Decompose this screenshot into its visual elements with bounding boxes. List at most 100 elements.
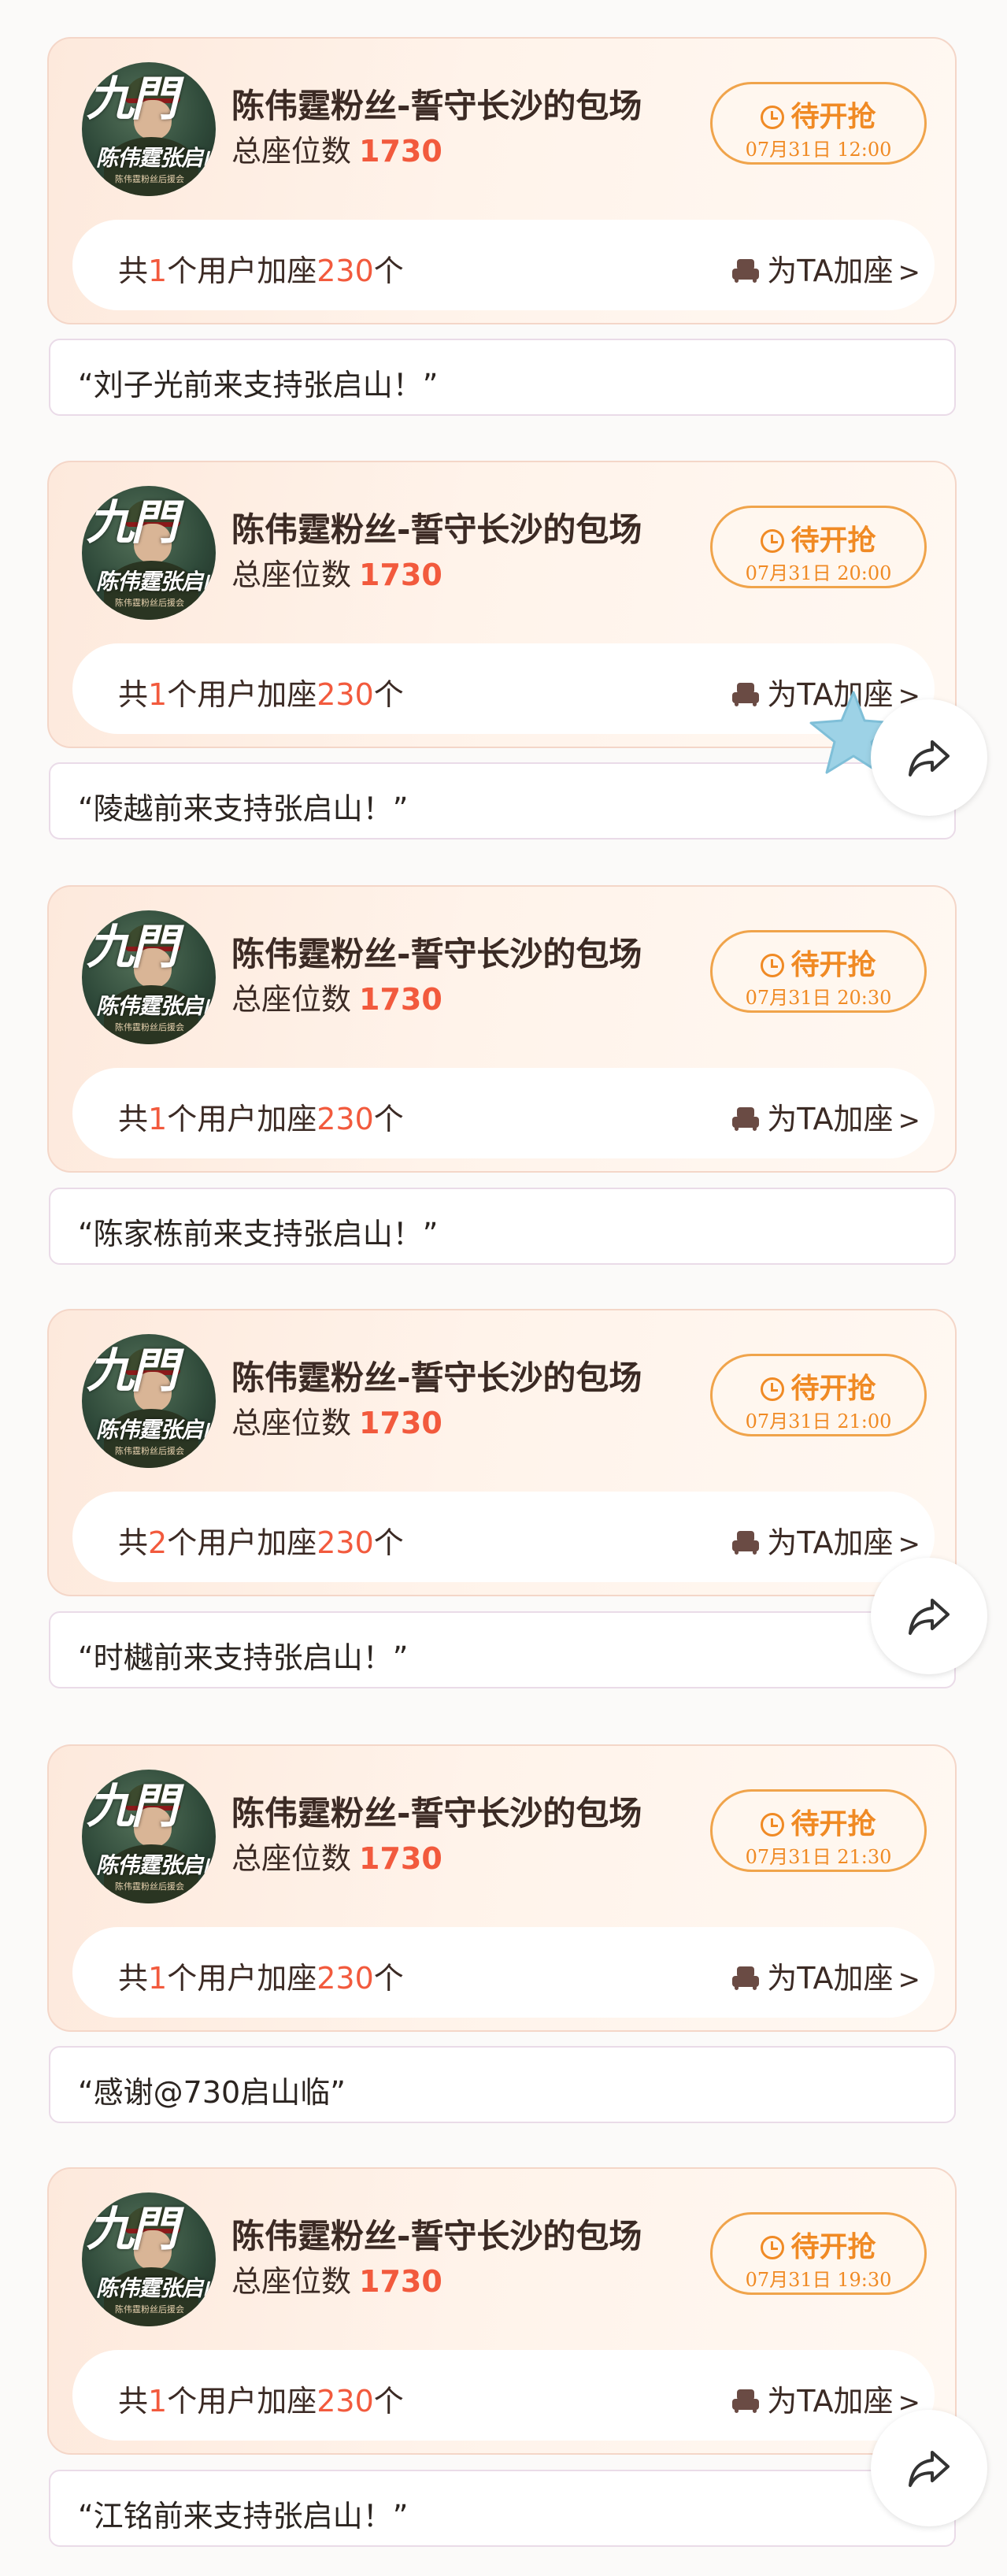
event-avatar[interactable]: 九門 陈伟霆张启山 陈伟霆粉丝后援会 (82, 62, 216, 196)
user-count: 1 (148, 254, 168, 288)
support-message: “江铭前来支持张启山！” (49, 2470, 956, 2547)
status-button[interactable]: 待开抢 07月31日 20:00 (710, 506, 927, 588)
add-seat-button[interactable]: 为TA加座 > (732, 1954, 920, 1997)
avatar-script: 九門 (87, 1779, 178, 1834)
share-button[interactable] (871, 699, 987, 816)
status-label: 待开抢 (790, 524, 876, 557)
status-label: 待开抢 (790, 949, 876, 981)
user-count: 1 (148, 677, 168, 712)
add-seat-count: 230 (317, 1525, 374, 1560)
user-count-text: 共2个用户加座230个 (118, 1518, 404, 1562)
event-avatar[interactable]: 九門 陈伟霆张启山 陈伟霆粉丝后援会 (82, 1334, 216, 1468)
screening-card[interactable]: 九門 陈伟霆张启山 陈伟霆粉丝后援会 陈伟霆粉丝-誓守长沙的包场 总座位数 173… (47, 885, 957, 1173)
status-label-wrap: 待开抢 (713, 517, 924, 558)
avatar-script: 九門 (87, 495, 178, 550)
add-seat-count: 230 (317, 254, 374, 288)
event-avatar[interactable]: 九門 陈伟霆张启山 陈伟霆粉丝后援会 (82, 910, 216, 1044)
add-seat-row[interactable]: 共2个用户加座230个 为TA加座 > (72, 1492, 935, 1582)
screening-card[interactable]: 九門 陈伟霆张启山 陈伟霆粉丝后援会 陈伟霆粉丝-誓守长沙的包场 总座位数 173… (47, 37, 957, 324)
row-prefix: 共 (118, 1102, 149, 1136)
sofa-icon (732, 683, 760, 706)
user-count-text: 共1个用户加座230个 (118, 246, 404, 290)
status-button[interactable]: 待开抢 07月31日 12:00 (710, 82, 927, 165)
event-avatar[interactable]: 九門 陈伟霆张启山 陈伟霆粉丝后援会 (82, 486, 216, 620)
avatar-sub: 陈伟霆粉丝后援会 (115, 1022, 184, 1032)
add-seat-count: 230 (317, 2384, 374, 2418)
clock-icon (761, 954, 785, 977)
row-unit: 个 (373, 2384, 404, 2418)
status-button[interactable]: 待开抢 07月31日 19:30 (710, 2212, 927, 2295)
status-label-wrap: 待开抢 (713, 2224, 924, 2265)
avatar-name: 陈伟霆张启山 (96, 569, 216, 595)
event-title: 陈伟霆粉丝-誓守长沙的包场 (231, 510, 642, 549)
seat-total: 总座位数 1730 (231, 550, 442, 594)
event-title: 陈伟霆粉丝-誓守长沙的包场 (231, 935, 642, 973)
add-seat-count: 230 (317, 677, 374, 712)
user-count: 1 (148, 2384, 168, 2418)
support-message: “刘子光前来支持张启山！” (49, 339, 956, 416)
chevron-right-icon: > (898, 1964, 921, 1996)
status-label-wrap: 待开抢 (713, 94, 924, 135)
avatar-name: 陈伟霆张启山 (96, 993, 216, 1019)
add-seat-button[interactable]: 为TA加座 > (732, 246, 920, 290)
support-message: “感谢@730启山临” (49, 2046, 956, 2123)
row-middle: 个用户加座 (167, 677, 317, 712)
row-unit: 个 (373, 1102, 404, 1136)
row-unit: 个 (373, 677, 404, 712)
avatar-sub: 陈伟霆粉丝后援会 (115, 1881, 184, 1892)
screening-card[interactable]: 九門 陈伟霆张启山 陈伟霆粉丝后援会 陈伟霆粉丝-誓守长沙的包场 总座位数 173… (47, 1309, 957, 1596)
row-middle: 个用户加座 (167, 1525, 317, 1560)
row-prefix: 共 (118, 1961, 149, 1996)
event-avatar[interactable]: 九門 陈伟霆张启山 陈伟霆粉丝后援会 (82, 1770, 216, 1903)
seat-total-label: 总座位数 (231, 2264, 352, 2299)
add-seat-button[interactable]: 为TA加座 > (732, 2377, 920, 2420)
status-label: 待开抢 (790, 1373, 876, 1405)
sofa-icon (732, 2389, 760, 2413)
fan-seat-feed: 九門 陈伟霆张启山 陈伟霆粉丝后援会 陈伟霆粉丝-誓守长沙的包场 总座位数 173… (0, 0, 1007, 2576)
row-middle: 个用户加座 (167, 254, 317, 288)
seat-total-label: 总座位数 (231, 1406, 352, 1440)
row-unit: 个 (373, 254, 404, 288)
seat-total: 总座位数 1730 (231, 1399, 442, 1442)
avatar-name: 陈伟霆张启山 (96, 1417, 216, 1443)
status-time: 07月31日 19:30 (745, 2269, 892, 2291)
event-title: 陈伟霆粉丝-誓守长沙的包场 (231, 1358, 642, 1397)
add-seat-row[interactable]: 共1个用户加座230个 为TA加座 > (72, 1927, 935, 2018)
clock-icon (761, 106, 785, 129)
screening-card[interactable]: 九門 陈伟霆张启山 陈伟霆粉丝后援会 陈伟霆粉丝-誓守长沙的包场 总座位数 173… (47, 2167, 957, 2455)
screening-card[interactable]: 九門 陈伟霆张启山 陈伟霆粉丝后援会 陈伟霆粉丝-誓守长沙的包场 总座位数 173… (47, 1744, 957, 2032)
sofa-icon (732, 259, 760, 283)
add-seat-button[interactable]: 为TA加座 > (732, 1518, 920, 1562)
status-button[interactable]: 待开抢 07月31日 21:30 (710, 1789, 927, 1872)
row-middle: 个用户加座 (167, 2384, 317, 2418)
status-button[interactable]: 待开抢 07月31日 20:30 (710, 930, 927, 1013)
user-count: 1 (148, 1961, 168, 1996)
seat-total-value: 1730 (359, 982, 442, 1017)
sofa-icon (732, 1966, 760, 1990)
add-seat-count: 230 (317, 1102, 374, 1136)
avatar-sub: 陈伟霆粉丝后援会 (115, 598, 184, 608)
clock-icon (761, 1813, 785, 1837)
add-seat-row[interactable]: 共1个用户加座230个 为TA加座 > (72, 2350, 935, 2441)
share-button[interactable] (871, 2410, 987, 2526)
row-middle: 个用户加座 (167, 1102, 317, 1136)
add-seat-count: 230 (317, 1961, 374, 1996)
row-prefix: 共 (118, 677, 149, 712)
share-button[interactable] (871, 1558, 987, 1674)
event-title: 陈伟霆粉丝-誓守长沙的包场 (231, 1794, 642, 1833)
seat-total-label: 总座位数 (231, 558, 352, 592)
user-count: 1 (148, 1102, 168, 1136)
status-time: 07月31日 20:00 (745, 562, 892, 584)
status-label-wrap: 待开抢 (713, 1801, 924, 1842)
status-button[interactable]: 待开抢 07月31日 21:00 (710, 1354, 927, 1436)
avatar-sub: 陈伟霆粉丝后援会 (115, 2304, 184, 2315)
sofa-icon (732, 1107, 760, 1131)
add-seat-label: 为TA加座 (767, 1525, 894, 1560)
avatar-script: 九門 (87, 1344, 178, 1399)
add-seat-button[interactable]: 为TA加座 > (732, 1095, 920, 1138)
add-seat-row[interactable]: 共1个用户加座230个 为TA加座 > (72, 220, 935, 310)
seat-total-label: 总座位数 (231, 1841, 352, 1876)
event-avatar[interactable]: 九門 陈伟霆张启山 陈伟霆粉丝后援会 (82, 2192, 216, 2326)
support-message: “时樾前来支持张启山！” (49, 1611, 956, 1688)
add-seat-row[interactable]: 共1个用户加座230个 为TA加座 > (72, 1068, 935, 1158)
